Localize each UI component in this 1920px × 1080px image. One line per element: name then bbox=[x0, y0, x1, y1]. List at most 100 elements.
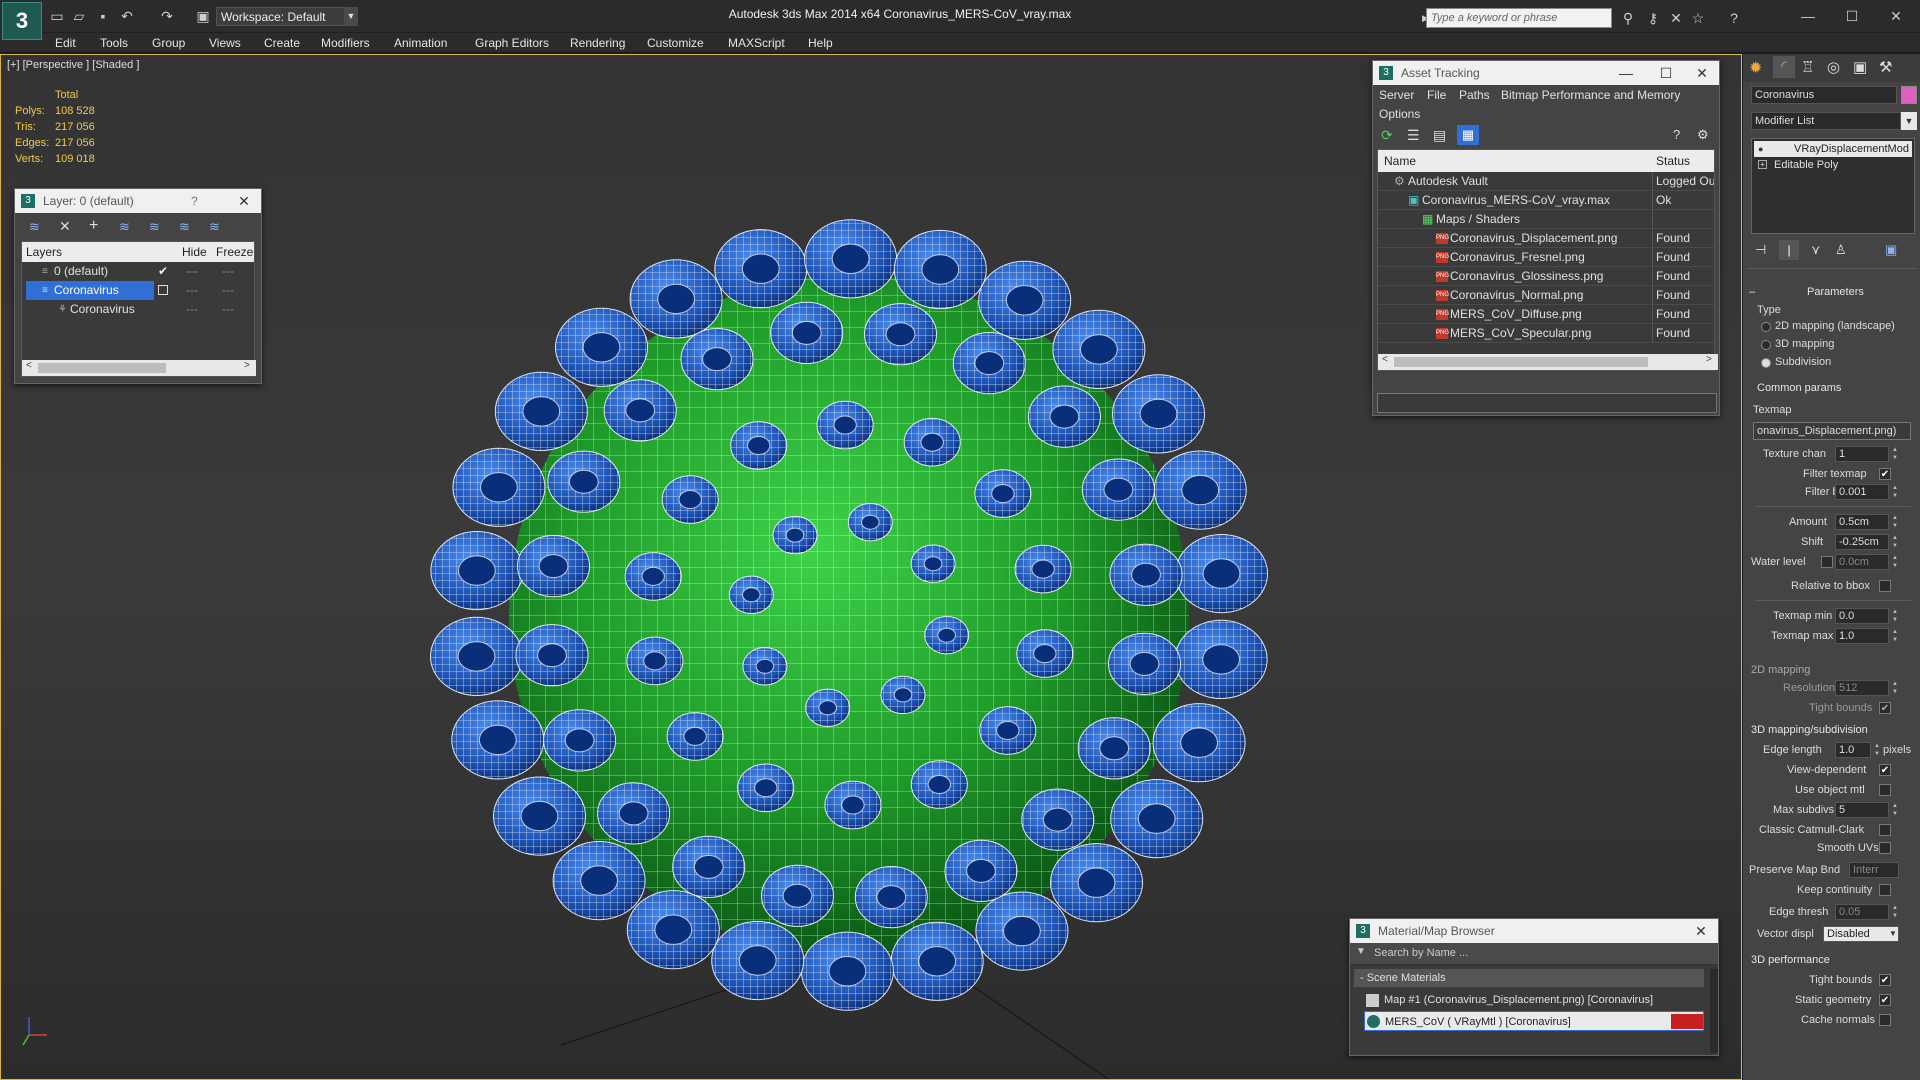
add-layer-icon[interactable]: + bbox=[89, 217, 98, 235]
freeze-toggle[interactable]: --- bbox=[222, 281, 234, 300]
smooth-uvs-checkbox[interactable] bbox=[1879, 842, 1891, 854]
close-icon[interactable]: ✕ bbox=[1685, 61, 1719, 85]
list-view-icon[interactable]: ☰ bbox=[1407, 127, 1420, 144]
freeze-toggle[interactable]: --- bbox=[222, 262, 234, 281]
close-icon[interactable]: ✕ bbox=[1684, 919, 1718, 943]
asset-row[interactable]: PNG MERS_CoV_Specular.png Found bbox=[1378, 324, 1714, 343]
thumbnail-view-icon[interactable]: ▤ bbox=[1433, 127, 1446, 144]
texmap-button[interactable]: onavirus_Displacement.png) bbox=[1753, 422, 1911, 440]
menu-rendering[interactable]: Rendering bbox=[570, 34, 625, 52]
spinner-icon[interactable]: ▲ ▼ bbox=[1891, 904, 1899, 920]
modifier-list-dropdown[interactable]: Modifier List bbox=[1751, 112, 1901, 130]
configure-sets-icon[interactable]: ▣ bbox=[1885, 242, 1897, 258]
minimize-icon[interactable]: — bbox=[1786, 4, 1830, 28]
chevron-down-icon[interactable]: ▼ bbox=[1887, 926, 1899, 942]
hide-layers-icon[interactable]: ≋ bbox=[179, 219, 190, 235]
relative-bbox-checkbox[interactable] bbox=[1879, 580, 1891, 592]
menu-tools[interactable]: Tools bbox=[100, 34, 128, 52]
water-level-checkbox[interactable] bbox=[1821, 556, 1833, 568]
water-level-input[interactable]: 0.0cm bbox=[1835, 554, 1889, 570]
modify-tab-icon[interactable]: ◜ bbox=[1773, 56, 1795, 78]
hierarchy-tab-icon[interactable]: ♖ bbox=[1801, 58, 1814, 76]
menu-modifiers[interactable]: Modifiers bbox=[321, 34, 370, 52]
pin-stack-icon[interactable]: ⊣ bbox=[1755, 242, 1766, 258]
show-end-result-icon[interactable]: | bbox=[1779, 240, 1799, 260]
menu-file[interactable]: File bbox=[1427, 88, 1446, 102]
filter-texmap-checkbox[interactable]: ✔ bbox=[1879, 468, 1891, 480]
remove-modifier-icon[interactable]: ♙ bbox=[1835, 242, 1847, 258]
search-input[interactable]: Type a keyword or phrase bbox=[1426, 8, 1612, 28]
hide-toggle[interactable]: --- bbox=[186, 300, 198, 319]
texmap-max-input[interactable]: 1.0 bbox=[1835, 628, 1889, 644]
column-header[interactable]: Freeze bbox=[216, 242, 253, 262]
view-dependent-checkbox[interactable]: ✔ bbox=[1879, 764, 1891, 776]
menu-edit[interactable]: Edit bbox=[55, 34, 76, 52]
horizontal-scrollbar[interactable]: < > bbox=[22, 360, 256, 376]
object-color-swatch[interactable] bbox=[1901, 86, 1917, 104]
menu-group[interactable]: Group bbox=[152, 34, 185, 52]
close-icon[interactable]: ✕ bbox=[1874, 4, 1918, 28]
favorites-star-icon[interactable]: ☆ bbox=[1688, 8, 1708, 28]
scroll-right-icon[interactable]: > bbox=[1706, 354, 1712, 365]
communication-icon[interactable]: ✕ bbox=[1666, 8, 1686, 28]
maximize-icon[interactable]: ☐ bbox=[1830, 4, 1874, 28]
scroll-right-icon[interactable]: > bbox=[244, 360, 250, 371]
menu-create[interactable]: Create bbox=[264, 34, 300, 52]
delete-layer-icon[interactable]: ✕ bbox=[59, 218, 71, 235]
amount-input[interactable]: 0.5cm bbox=[1835, 514, 1889, 530]
spinner-icon[interactable]: ▲ ▼ bbox=[1891, 628, 1899, 644]
asset-row[interactable]: ▣ Coronavirus_MERS-CoV_vray.max Ok bbox=[1378, 191, 1714, 210]
menu-server[interactable]: Server bbox=[1379, 88, 1414, 102]
spinner-icon[interactable]: ▲ ▼ bbox=[1891, 514, 1899, 530]
type-3d-mapping-radio[interactable] bbox=[1761, 340, 1771, 350]
help-icon[interactable]: ? bbox=[1673, 127, 1680, 142]
freeze-layers-icon[interactable]: ≋ bbox=[209, 219, 220, 235]
edge-length-input[interactable]: 1.0 bbox=[1835, 742, 1871, 758]
column-header[interactable]: Hide bbox=[182, 242, 207, 262]
layer-row[interactable]: ≡ 0 (default) ✔ --- --- bbox=[22, 262, 254, 281]
viewport-label[interactable]: [+] [Perspective ] [Shaded ] bbox=[7, 59, 139, 71]
filter-icon[interactable]: ▼ bbox=[1356, 946, 1366, 957]
perf-tight-bounds-checkbox[interactable]: ✔ bbox=[1879, 974, 1891, 986]
display-tab-icon[interactable]: ▣ bbox=[1853, 58, 1867, 76]
shift-input[interactable]: -0.25cm bbox=[1835, 534, 1889, 550]
spinner-icon[interactable]: ▲ ▼ bbox=[1891, 446, 1899, 462]
filter-blur-input[interactable]: 0.001 bbox=[1835, 484, 1889, 500]
menu-bitmap-performance[interactable]: Bitmap Performance and Memory bbox=[1501, 88, 1680, 102]
motion-tab-icon[interactable]: ◎ bbox=[1827, 58, 1840, 76]
project-folder-icon[interactable]: ▣ bbox=[194, 7, 212, 25]
refresh-icon[interactable]: ⟳ bbox=[1381, 127, 1393, 144]
undo-icon[interactable]: ↶ bbox=[118, 7, 136, 25]
spinner-icon[interactable]: ▲ ▼ bbox=[1873, 742, 1881, 758]
material-item[interactable]: Map #1 (Coronavirus_Displacement.png) [C… bbox=[1364, 991, 1704, 1010]
spinner-icon[interactable]: ▲ ▼ bbox=[1891, 484, 1899, 500]
menu-views[interactable]: Views bbox=[209, 34, 241, 52]
new-file-icon[interactable]: ▭ bbox=[48, 7, 66, 25]
max-subdivs-input[interactable]: 5 bbox=[1835, 802, 1889, 818]
spinner-icon[interactable]: ▲ ▼ bbox=[1891, 534, 1899, 550]
select-layer-icon[interactable]: ≋ bbox=[119, 219, 130, 235]
object-name-field[interactable]: Coronavirus bbox=[1751, 86, 1897, 104]
open-file-icon[interactable]: ▱ bbox=[70, 7, 88, 25]
help-icon[interactable]: ? bbox=[1724, 8, 1744, 28]
static-geometry-checkbox[interactable]: ✔ bbox=[1879, 994, 1891, 1006]
layer-props-icon[interactable]: ≋ bbox=[29, 219, 40, 235]
subscription-icon[interactable]: ⚷ bbox=[1643, 8, 1663, 28]
scroll-left-icon[interactable]: < bbox=[26, 360, 32, 371]
workspace-dropdown[interactable]: Workspace: Default bbox=[216, 7, 356, 26]
spinner-icon[interactable]: ▲ ▼ bbox=[1891, 802, 1899, 818]
menu-animation[interactable]: Animation bbox=[394, 34, 447, 52]
menu-graph-editors[interactable]: Graph Editors bbox=[475, 34, 549, 52]
preserve-map-bnd-dropdown[interactable]: Interr bbox=[1849, 862, 1899, 878]
layer-row[interactable]: ≡ Coronavirus --- --- bbox=[22, 281, 254, 300]
type-subdivision-radio[interactable] bbox=[1761, 358, 1771, 368]
spinner-icon[interactable]: ▲ ▼ bbox=[1891, 554, 1899, 570]
scroll-left-icon[interactable]: < bbox=[1382, 354, 1388, 365]
utilities-tab-icon[interactable]: ⚒ bbox=[1879, 58, 1892, 76]
spinner-icon[interactable]: ▲ ▼ bbox=[1891, 608, 1899, 624]
keep-continuity-checkbox[interactable] bbox=[1879, 884, 1891, 896]
hide-toggle[interactable]: --- bbox=[186, 262, 198, 281]
app-logo-icon[interactable]: 3 bbox=[2, 2, 42, 40]
column-header[interactable]: Status bbox=[1656, 150, 1690, 172]
classic-catmull-checkbox[interactable] bbox=[1879, 824, 1891, 836]
